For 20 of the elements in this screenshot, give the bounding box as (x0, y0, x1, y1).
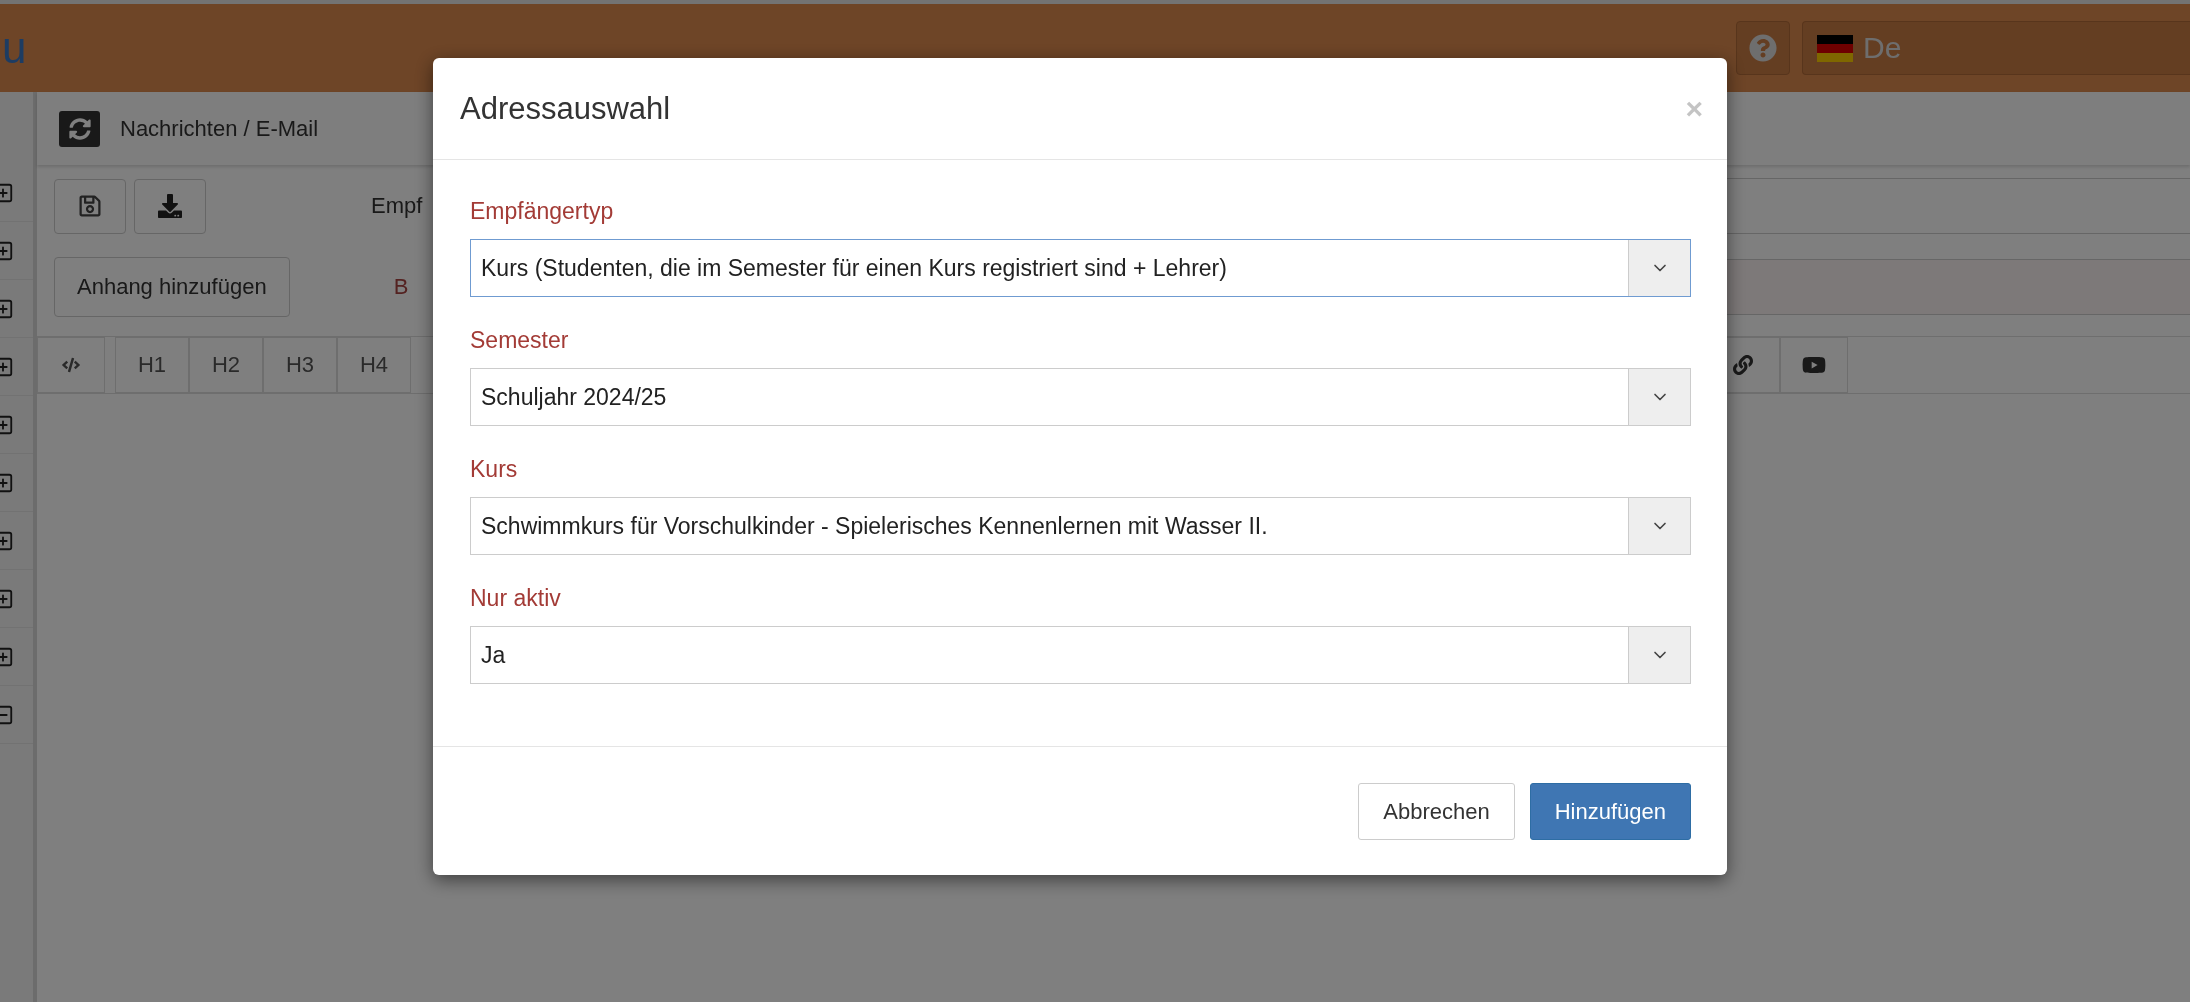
heading-button[interactable]: H1 (115, 337, 189, 393)
select-field[interactable]: Ja (470, 626, 1691, 684)
field-label: Empfängertyp (470, 198, 614, 225)
select-field[interactable]: Kurs (Studenten, die im Semester für einen Kurs registriert sind + Lehrer) (470, 239, 1691, 297)
heading-button[interactable]: H4 (337, 337, 411, 393)
field-label: Kurs (470, 456, 518, 483)
subject-label: B (393, 274, 409, 300)
recipient-label: Empf (371, 193, 423, 219)
breadcrumb: Nachrichten / E-Mail (120, 115, 319, 142)
select-field[interactable]: Schuljahr 2024/25 (470, 368, 1691, 426)
logo-text: u (2, 23, 28, 73)
add-attachment-button[interactable]: Anhang hinzufügen (54, 257, 290, 317)
dialog-title: Adressauswahl (460, 90, 671, 127)
add-button[interactable]: Hinzufügen (1529, 783, 1691, 840)
field-label: Nur aktiv (470, 585, 561, 612)
heading-button[interactable]: H2 (189, 337, 263, 393)
field-label: Semester (470, 327, 569, 354)
heading-button[interactable]: H3 (263, 337, 337, 393)
cancel-button[interactable]: Abbrechen (1358, 783, 1515, 840)
select-field[interactable]: Schwimmkurs für Vorschulkinder - Spielerisches Kennenlernen mit Wasser II. (470, 497, 1691, 555)
